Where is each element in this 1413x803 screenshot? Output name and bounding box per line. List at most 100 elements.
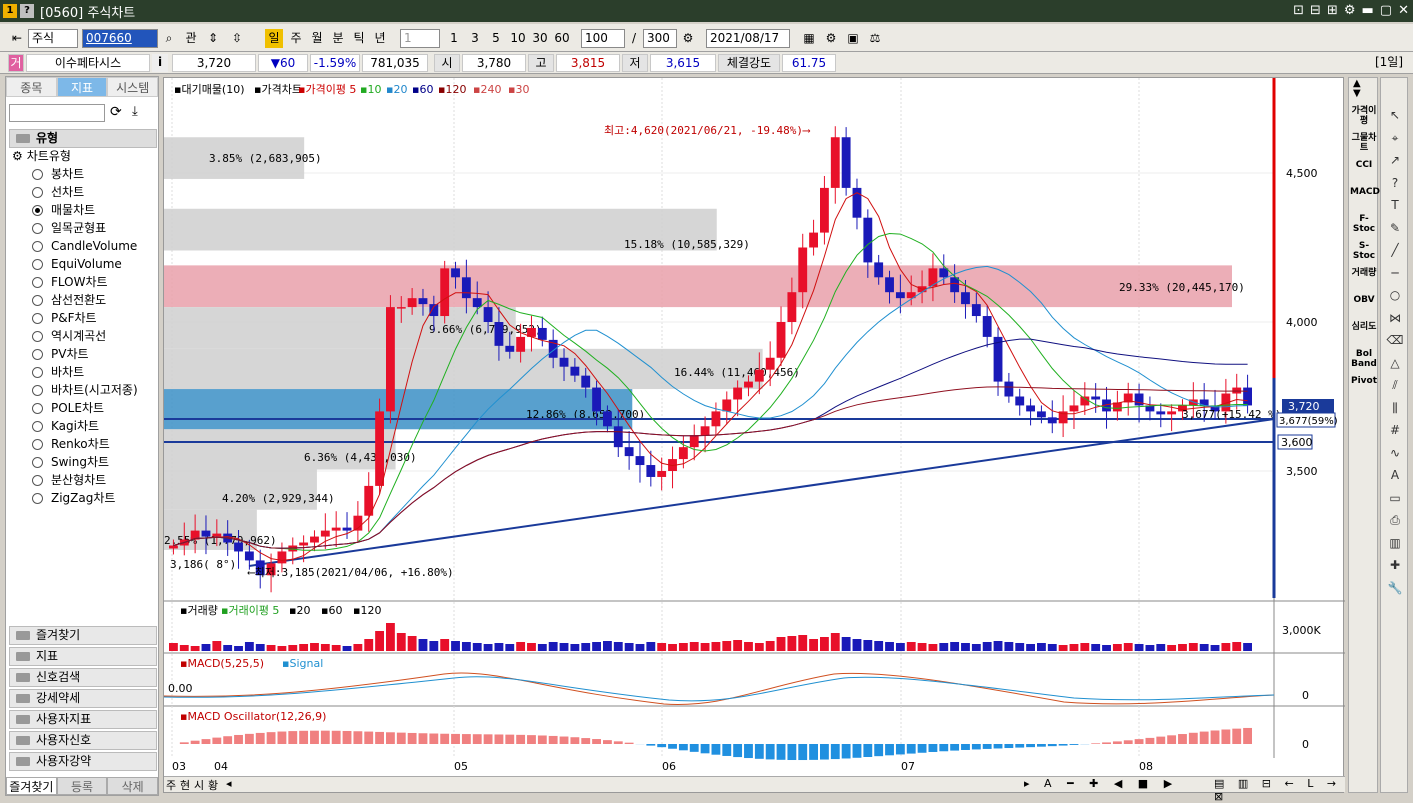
tick-1[interactable]: 1 [446,29,462,48]
chart-type-item[interactable]: 매물차트 [32,202,95,219]
chart-type-item[interactable]: 선차트 [32,184,84,201]
chart-type-item[interactable]: 역시계곡선 [32,328,106,345]
horizontal-scrollbar[interactable]: 주 현 시 황 ◂ ▸ A ━ ✚ ◀ ■ ▶ ▤ ▥ ⊟ ← L → ⊠ [164,776,1345,792]
chart-type-item[interactable]: 바차트 [32,364,84,381]
total-input[interactable]: 300 [643,29,677,48]
tab-indicators[interactable]: 지표 [57,77,108,97]
btn-week[interactable]: 주 [166,777,176,793]
radio-icon[interactable] [32,457,43,468]
radio-icon[interactable] [32,421,43,432]
compare-icon[interactable]: ⚖ [866,29,884,48]
radio-icon[interactable] [32,277,43,288]
radio-icon[interactable] [32,475,43,486]
refresh-icon[interactable]: ⟳ [110,104,122,120]
spin-icon[interactable]: ⇳ [226,29,248,48]
section-5[interactable]: 사용자신호 [9,731,157,750]
indicator-5[interactable]: S-Stoc [1350,241,1378,261]
period-month[interactable]: 월 [308,29,326,48]
gwan-button[interactable]: 관 [182,29,200,48]
text-icon[interactable]: T [1385,196,1405,214]
tick-5[interactable]: 5 [488,29,504,48]
chart-type-item[interactable]: FLOW차트 [32,274,108,291]
chart-type-item[interactable]: CandleVolume [32,238,137,255]
chart-svg[interactable]: 3.85% (2,683,905)15.18% (10,585,329)29.3… [164,78,1345,778]
radio-icon[interactable] [32,187,43,198]
indicator-8[interactable]: 심리도 [1350,322,1378,332]
chart-type-item[interactable]: 일목균형표 [32,220,106,237]
bottom-tab-register[interactable]: 등록 [57,777,108,795]
tab-stocks[interactable]: 종목 [6,77,57,97]
section-3[interactable]: 강세약세 [9,689,157,708]
gear-icon[interactable]: ⚙ [1344,3,1356,18]
chart-type-item[interactable]: Renko차트 [32,436,110,453]
period-day[interactable]: 일 [265,29,283,48]
radio-icon[interactable] [32,295,43,306]
scroll-left-icon[interactable]: ◂ [226,777,232,790]
chart-type-item[interactable]: PV차트 [32,346,89,363]
indicator-7[interactable]: OBV [1350,295,1378,305]
indicator-4[interactable]: F-Stoc [1350,214,1378,234]
chart-icon[interactable]: ▥ [1385,534,1405,552]
scroll-right-icon[interactable]: ▸ [1024,777,1030,790]
radio-icon[interactable] [32,313,43,324]
section-4[interactable]: 사용자지표 [9,710,157,729]
link-icon[interactable]: ⊡ [1293,3,1304,18]
extra-controls[interactable]: ▤ ▥ ⊟ ← L → ⊠ [1214,777,1345,803]
market-select[interactable]: 주식 [28,29,78,48]
period-tick[interactable]: 틱 [350,29,368,48]
tick-30[interactable]: 30 [530,29,550,48]
period-min[interactable]: 분 [329,29,347,48]
indicator-3[interactable]: MACD [1350,187,1378,197]
window-icon[interactable]: ▭ [1385,489,1405,507]
section-1[interactable]: 지표 [9,647,157,666]
radio-icon[interactable] [32,439,43,450]
tick-10[interactable]: 10 [508,29,528,48]
info-icon[interactable]: i [152,54,168,72]
wave-icon[interactable]: ∿ [1385,444,1405,462]
pitch-icon[interactable]: ⫽ [1385,376,1405,394]
radio-icon[interactable] [32,403,43,414]
indicator-0[interactable]: 가격이평 [1350,106,1378,126]
download-icon[interactable]: ⤓ [132,104,138,119]
zoom-controls[interactable]: A ━ ✚ ◀ ■ ▶ [1044,777,1178,790]
chart-type-item[interactable]: Swing차트 [32,454,109,471]
radio-icon[interactable] [32,493,43,504]
btn-current[interactable]: 현 [180,777,190,793]
radio-icon[interactable] [32,349,43,360]
chart-type-item[interactable]: POLE차트 [32,400,104,417]
bars-icon[interactable]: ⫼ [1385,399,1405,417]
config-icon[interactable]: ⚙ [822,29,840,48]
fib-icon[interactable]: ⋈ [1385,309,1405,327]
section-6[interactable]: 사용자강약 [9,752,157,771]
camera-icon[interactable]: ⊞ [1327,3,1338,18]
radio-icon[interactable] [32,223,43,234]
maximize-icon[interactable]: ▢ [1380,3,1392,18]
radio-icon[interactable] [32,331,43,342]
bottom-tab-delete[interactable]: 삭제 [107,777,158,795]
grid-icon[interactable]: # [1385,421,1405,439]
bottom-tab-favorites[interactable]: 즐겨찾기 [6,777,57,795]
down-arrow-icon[interactable]: ▼ [1353,88,1361,99]
tick-3[interactable]: 3 [467,29,483,48]
settings-icon[interactable]: ⚙ [680,29,696,48]
cross-icon[interactable]: ⌖ [1385,129,1405,147]
section-2[interactable]: 신호검색 [9,668,157,687]
tri-icon[interactable]: △ [1385,354,1405,372]
trend-icon[interactable]: ↗ [1385,151,1405,169]
eraser-icon[interactable]: ⌫ [1385,331,1405,349]
radio-icon[interactable] [32,169,43,180]
chart-type-item[interactable]: 삼선전환도 [32,292,106,309]
chart-type-item[interactable]: P&F차트 [32,310,97,327]
pen-icon[interactable]: ✎ [1385,219,1405,237]
radio-icon[interactable] [32,241,43,252]
period-week[interactable]: 주 [287,29,305,48]
radio-icon[interactable] [32,385,43,396]
hline-icon[interactable]: ─ [1385,264,1405,282]
type-section[interactable]: 유형 [9,129,157,148]
circle-icon[interactable]: ○ [1385,286,1405,304]
chart-type-item[interactable]: ZigZag차트 [32,490,115,507]
print-icon[interactable]: ⎙ [1385,511,1405,529]
line-icon[interactable]: ╱ [1385,241,1405,259]
auto-icon[interactable]: A [1385,466,1405,484]
btn-time[interactable]: 시 [194,777,204,793]
